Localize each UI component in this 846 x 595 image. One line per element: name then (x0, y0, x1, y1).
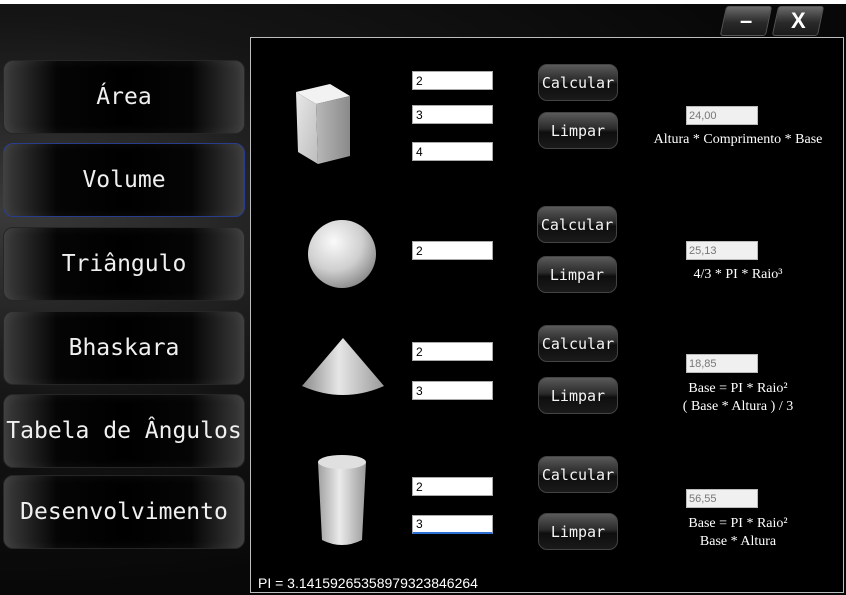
cone-calculate-button[interactable]: Calcular (538, 325, 618, 362)
sphere-radius-input[interactable] (412, 241, 493, 260)
cube-result-field (686, 106, 758, 125)
cube-length-input[interactable] (412, 105, 493, 124)
cone-radius-input[interactable] (412, 342, 493, 361)
menu-item-label: Tabela de Ângulos (6, 418, 242, 444)
cylinder-radius-input[interactable] (412, 477, 493, 496)
menu-item-label: Área (96, 84, 152, 110)
sphere-formula: 4/3 * PI * Raio³ (693, 267, 783, 282)
menu-item-label: Volume (82, 167, 166, 193)
cylinder-icon (318, 455, 366, 545)
menu-item-label: Triângulo (61, 251, 187, 277)
menu-item-triangulo[interactable]: Triângulo (3, 227, 245, 301)
close-button[interactable]: X (771, 6, 825, 36)
cone-result-field (686, 354, 758, 373)
cone-height-input[interactable] (412, 381, 493, 400)
menu-item-volume[interactable]: Volume (3, 143, 245, 217)
cylinder-height-input[interactable] (412, 515, 493, 534)
sphere-result-field (686, 241, 758, 260)
cylinder-formula-base: Base = PI * Raio² (688, 516, 788, 531)
cone-clear-button[interactable]: Limpar (538, 377, 618, 414)
cone-formula-base: Base = PI * Raio² (688, 381, 788, 396)
sphere-clear-button[interactable]: Limpar (537, 256, 617, 293)
menu-item-area[interactable]: Área (3, 60, 245, 134)
sphere-icon (308, 220, 376, 288)
menu-item-label: Bhaskara (68, 335, 180, 361)
cone-formula-volume: ( Base * Altura ) / 3 (682, 399, 794, 414)
cylinder-formula-volume: Base * Altura (699, 534, 777, 549)
pi-label: PI = 3.14159265358979323846264 (258, 575, 478, 591)
cone-icon (302, 338, 384, 395)
sphere-calculate-button[interactable]: Calcular (537, 206, 617, 243)
menu-item-label: Desenvolvimento (20, 499, 228, 525)
cylinder-clear-button[interactable]: Limpar (538, 513, 618, 550)
minimize-button[interactable]: – (719, 6, 773, 36)
cube-icon (296, 84, 350, 164)
menu-item-bhaskara[interactable]: Bhaskara (3, 311, 245, 385)
cube-calculate-button[interactable]: Calcular (538, 64, 618, 101)
menu-item-desenvolvimento[interactable]: Desenvolvimento (3, 475, 245, 549)
cube-clear-button[interactable]: Limpar (538, 112, 618, 149)
cylinder-calculate-button[interactable]: Calcular (538, 456, 618, 493)
cylinder-result-field (686, 489, 758, 508)
menu-item-tabela-angulos[interactable]: Tabela de Ângulos (3, 394, 245, 468)
cube-base-input[interactable] (412, 142, 493, 161)
cube-height-input[interactable] (412, 71, 493, 90)
cube-formula: Altura * Comprimento * Base (653, 132, 823, 147)
